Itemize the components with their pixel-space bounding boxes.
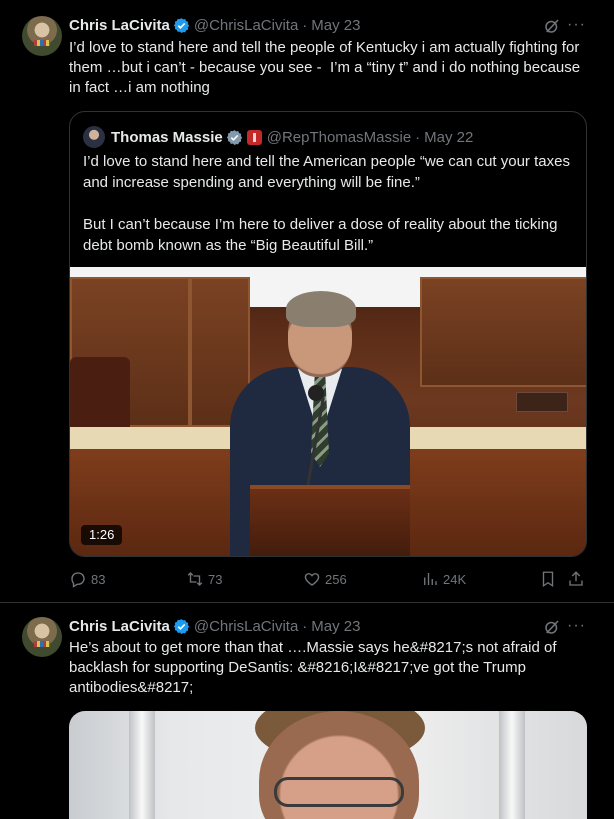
like-button[interactable]: 256 [303,569,347,589]
separator-dot: · [302,617,308,635]
verified-badge-icon [226,129,242,145]
quoted-post-date[interactable]: May 22 [424,129,473,146]
video-speaker-hair [286,291,356,327]
reply-icon [71,572,85,588]
post-image[interactable] [69,711,587,819]
video-nameplate [516,392,568,412]
post-text: He’s about to get more than that ….Massi… [69,639,561,696]
views-icon [424,573,437,585]
post-text: I’d love to stand here and tell the peop… [69,39,585,96]
author-avatar[interactable] [22,617,62,657]
video-mic [308,385,324,401]
video-wall [420,277,586,387]
quoted-post-text: I’d love to stand here and tell the Amer… [83,151,578,256]
video-lectern [250,485,410,556]
author-name[interactable]: Chris LaCivita [69,618,170,635]
author-handle[interactable]: @ChrisLaCivita [194,618,298,635]
more-icon[interactable]: ··· [567,17,585,36]
verified-badge-icon [173,618,190,634]
post[interactable]: Chris LaCivita @ChrisLaCivita · May 23 ·… [0,0,614,603]
post-header: Chris LaCivita @ChrisLaCivita · May 23 [69,15,361,35]
reply-count: 83 [91,571,106,587]
separator-dot: · [415,128,421,146]
verified-badge-icon [173,17,190,33]
post-date[interactable]: May 23 [311,17,360,34]
author-avatar[interactable] [22,16,62,56]
post[interactable]: Chris LaCivita @ChrisLaCivita · May 23 ·… [0,603,614,819]
quoted-post-header: Thomas Massie @RepThomasMassie · May 22 [111,126,473,148]
separator-dot: · [302,16,308,34]
quoted-author-avatar[interactable] [83,126,105,148]
like-icon [304,573,320,586]
post-actions: 83 73 256 24K [69,569,589,589]
share-icon [569,571,583,586]
image-column [499,711,525,819]
like-count: 256 [325,571,347,587]
author-handle[interactable]: @ChrisLaCivita [194,17,298,34]
bookmark-button[interactable] [539,569,561,589]
quoted-post[interactable]: Thomas Massie @RepThomasMassie · May 22 … [69,111,587,557]
reply-button[interactable]: 83 [69,569,105,589]
video-player[interactable]: 1:26 [70,267,586,556]
image-glasses [274,777,404,807]
grok-icon[interactable] [543,17,561,35]
quoted-text-paragraph: I’d love to stand here and tell the Amer… [83,153,570,191]
image-column [129,711,155,819]
post-date[interactable]: May 23 [311,618,360,635]
grok-icon[interactable] [543,618,561,636]
video-chair [70,357,130,437]
bookmark-icon [542,571,554,588]
more-icon[interactable]: ··· [567,618,585,637]
author-name[interactable]: Chris LaCivita [69,17,170,34]
quoted-author-handle[interactable]: @RepThomasMassie [267,129,411,146]
views-count: 24K [443,571,467,587]
video-duration: 1:26 [81,525,123,545]
quoted-text-paragraph: But I can’t because I’m here to deliver … [83,216,558,254]
post-header: Chris LaCivita @ChrisLaCivita · May 23 [69,616,361,636]
government-affiliation-icon [246,129,262,145]
quoted-author-name[interactable]: Thomas Massie [111,129,223,146]
repost-icon [187,572,203,586]
repost-button[interactable]: 73 [186,569,222,589]
share-button[interactable] [567,569,589,589]
views-button[interactable]: 24K [421,569,466,589]
repost-count: 73 [208,571,223,587]
